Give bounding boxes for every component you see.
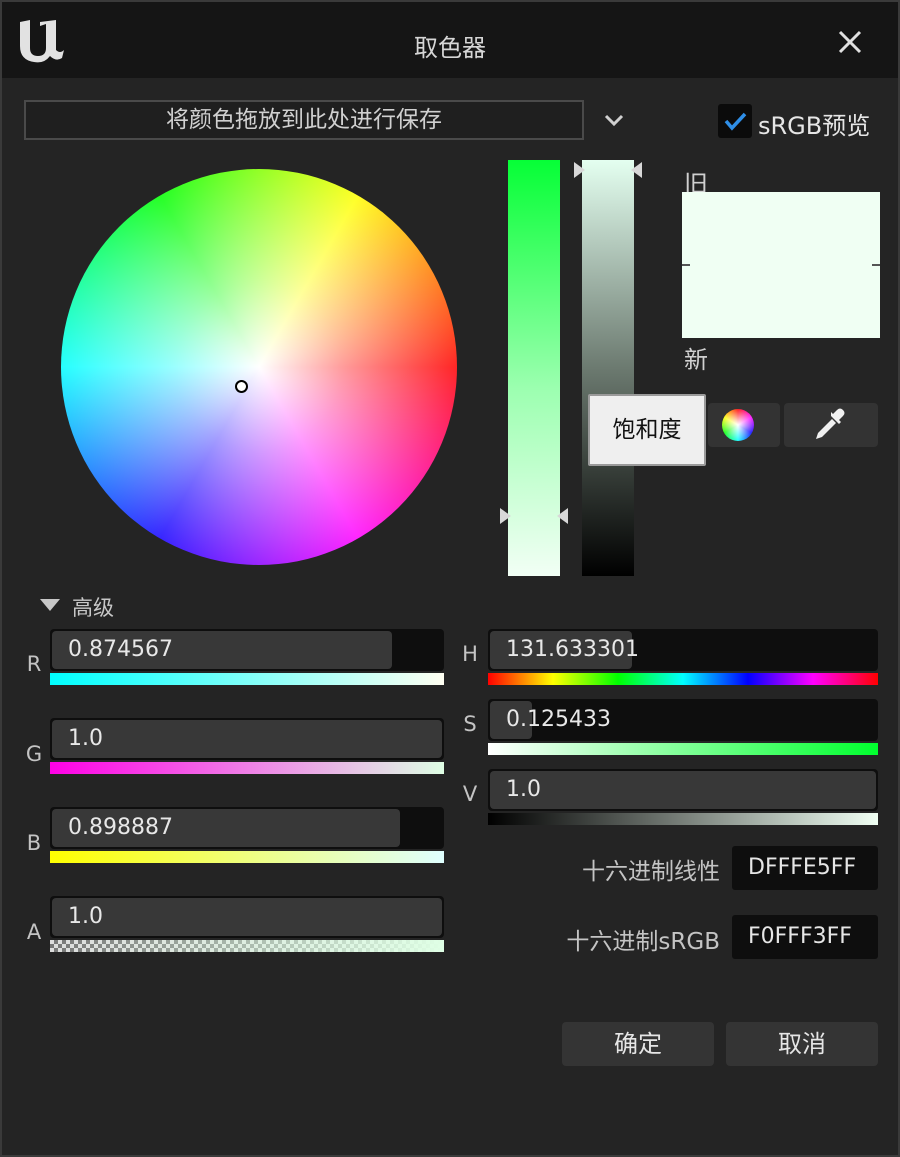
color-wheel-marker[interactable]: [235, 380, 248, 393]
swatch-divider-left: [682, 264, 690, 266]
v-channel-label: V: [462, 782, 478, 806]
color-wheel[interactable]: [61, 169, 457, 565]
h-value-input[interactable]: 131.633301: [488, 629, 878, 671]
color-wheel-icon: [722, 409, 754, 441]
s-channel-label: S: [463, 712, 477, 736]
v-gradient-bar[interactable]: [488, 813, 878, 825]
hex-linear-input[interactable]: DFFFE5FF: [732, 846, 878, 890]
r-channel-label: R: [26, 652, 42, 676]
eyedropper-button[interactable]: [784, 403, 878, 447]
r-value-input[interactable]: 0.874567: [50, 629, 444, 671]
a-value-text: 1.0: [68, 904, 103, 929]
cancel-button[interactable]: 取消: [726, 1022, 878, 1066]
chevron-down-icon[interactable]: [600, 108, 628, 132]
window-title: 取色器: [414, 34, 486, 62]
eyedropper-icon: [816, 408, 845, 439]
h-value-text: 131.633301: [506, 637, 639, 662]
a-value-input[interactable]: 1.0: [50, 896, 444, 938]
r-value-text: 0.874567: [68, 637, 173, 662]
value-slider[interactable]: [574, 160, 642, 576]
saturation-handle-left[interactable]: [500, 508, 511, 524]
swatch-divider-right: [872, 264, 880, 266]
title-bar: 取色器: [2, 2, 898, 78]
g-channel-label: G: [25, 742, 43, 766]
v-value-text: 1.0: [506, 777, 541, 802]
saturation-handle-right[interactable]: [557, 508, 568, 524]
srgb-preview-checkbox[interactable]: [718, 104, 752, 138]
hex-linear-label: 十六进制线性: [582, 859, 720, 885]
b-value-text: 0.898887: [68, 815, 173, 840]
b-value-input[interactable]: 0.898887: [50, 807, 444, 849]
new-color-label: 新: [684, 346, 708, 374]
hex-srgb-input[interactable]: F0FFF3FF: [732, 915, 878, 959]
hex-srgb-label: 十六进制sRGB: [566, 929, 720, 955]
v-value-fill: [490, 771, 876, 809]
advanced-section-toggle[interactable]: 高级: [72, 592, 114, 622]
g-value-text: 1.0: [68, 726, 103, 751]
a-gradient-bar[interactable]: [50, 940, 444, 952]
color-wheel-mode-button[interactable]: [708, 403, 780, 447]
v-value-input[interactable]: 1.0: [488, 769, 878, 811]
s-value-text: 0.125433: [506, 707, 611, 732]
value-handle-left[interactable]: [574, 162, 585, 178]
saturation-slider[interactable]: [500, 160, 568, 576]
ok-button[interactable]: 确定: [562, 1022, 714, 1066]
s-gradient-bar[interactable]: [488, 743, 878, 755]
h-channel-label: H: [462, 642, 478, 666]
r-gradient-bar[interactable]: [50, 673, 444, 685]
saturation-tooltip: 饱和度: [588, 394, 706, 466]
checkbox-check-icon: [724, 112, 747, 131]
g-value-fill: [52, 720, 442, 758]
close-icon[interactable]: [832, 24, 868, 60]
g-value-input[interactable]: 1.0: [50, 718, 444, 760]
value-handle-right[interactable]: [631, 162, 642, 178]
b-gradient-bar[interactable]: [50, 851, 444, 863]
color-picker-window: 取色器 将颜色拖放到此处进行保存 sRGB预览 旧 新 饱和度 高级 R 0.8…: [0, 0, 900, 1157]
b-channel-label: B: [26, 831, 42, 855]
h-gradient-bar[interactable]: [488, 673, 878, 685]
srgb-preview-label: sRGB预览: [758, 112, 871, 140]
g-gradient-bar[interactable]: [50, 762, 444, 774]
s-value-input[interactable]: 0.125433: [488, 699, 878, 741]
color-preview-swatch: [682, 192, 880, 338]
a-channel-label: A: [26, 920, 42, 944]
color-drop-zone[interactable]: 将颜色拖放到此处进行保存: [24, 100, 584, 140]
disclosure-triangle-icon[interactable]: [40, 599, 60, 611]
a-value-fill: [52, 898, 442, 936]
